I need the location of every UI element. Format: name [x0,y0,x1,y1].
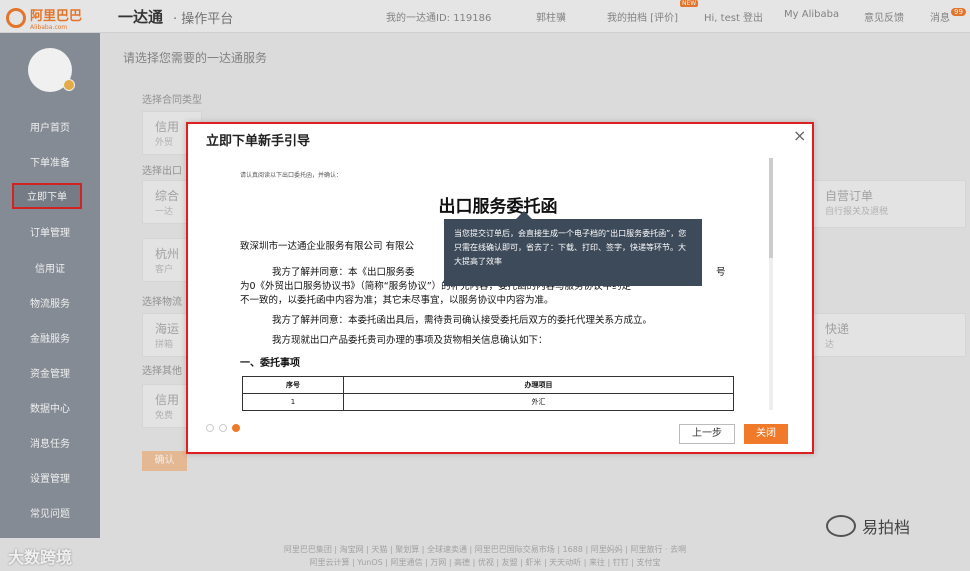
table-header-row: 序号 办理项目 [242,376,734,394]
doc-scrollbar-thumb[interactable] [769,158,773,258]
doc-heading: 出口服务委托函 [438,197,558,217]
doc-para2: 我方了解并同意：本委托函出具后，需待贵司确认接受委托后双方的委托代理关系方成立。 [272,315,653,326]
guide-modal: 立即下单新手引导 × 请认真阅读以下出口委托函，并确认： 出口服务委托函 致深圳… [186,122,814,454]
doc-para1-a: 我方了解并同意：本《出口服务委 [272,267,415,278]
table-cell: 1 [242,393,344,411]
table-header: 办理项目 [343,376,734,394]
table-row: 1 外汇 [242,393,734,411]
doc-para1-c: 不一致的，以委托函中内容为准；其它未尽事宜，以服务协议中内容为准。 [240,295,554,306]
modal-title: 立即下单新手引导 [206,134,311,149]
doc-para1-a-end: 号 [716,267,726,278]
doc-section-title: 一、委托事项 [240,358,300,369]
table-cell: 外汇 [343,393,734,411]
step-dot[interactable] [206,424,214,432]
step-dot-active[interactable] [232,424,240,432]
close-button[interactable]: 关闭 [744,424,788,444]
doc-para3: 我方现就出口产品委托贵司办理的事项及货物相关信息确认如下： [272,335,548,346]
tooltip-arrow [516,211,532,219]
doc-table: 序号 办理项目 1 外汇 [242,376,734,411]
close-icon[interactable]: × [793,126,806,145]
doc-addressee: 致深圳市一达通企业服务有限公司 有限公 [240,241,415,252]
table-header: 序号 [242,376,344,394]
step-dot[interactable] [219,424,227,432]
doc-note: 请认真阅读以下出口委托函，并确认： [240,172,343,179]
guide-tooltip: 当您提交订单后，会直接生成一个电子档的“出口服务委托函”，您只需在线确认即可，省… [444,219,702,286]
previous-step-button[interactable]: 上一步 [679,424,735,444]
step-indicator [206,424,240,432]
